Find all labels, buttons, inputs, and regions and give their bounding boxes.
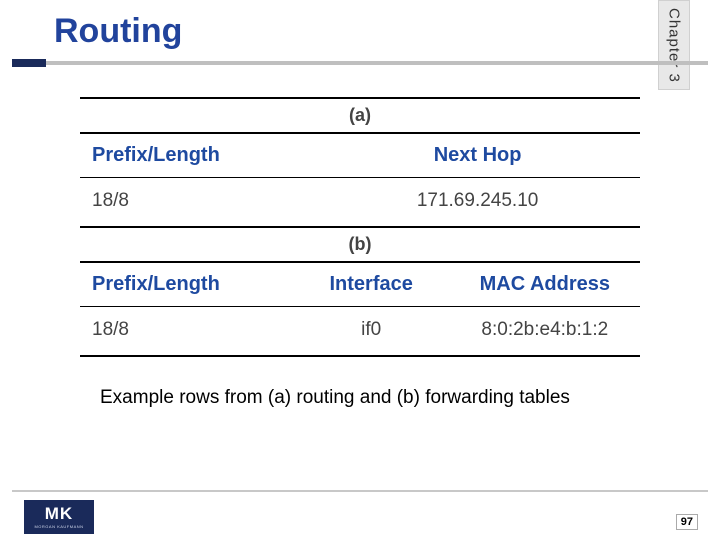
- header: Routing: [0, 0, 720, 67]
- table-b-header-mac: MAC Address: [450, 262, 640, 307]
- table-a-header-nexthop: Next Hop: [315, 133, 640, 178]
- table-a-cell-prefix: 18/8: [80, 178, 315, 228]
- slide: Chapter 3 Routing (a) Prefix/Length Next…: [0, 0, 720, 540]
- page-number: 97: [676, 514, 698, 530]
- table-a: (a) Prefix/Length Next Hop 18/8 171.69.2…: [80, 97, 640, 228]
- table-b-data-row: 18/8 if0 8:0:2b:e4:b:1:2: [80, 307, 640, 357]
- table-b-cell-interface: if0: [293, 307, 450, 357]
- table-a-data-row: 18/8 171.69.245.10: [80, 178, 640, 228]
- underline-gray: [12, 61, 708, 65]
- table-b: (b) Prefix/Length Interface MAC Address …: [80, 228, 640, 357]
- table-b-caption: (b): [80, 228, 640, 262]
- underline-accent: [12, 59, 46, 67]
- publisher-logo: MK MORGAN KAUFMANN: [24, 500, 94, 534]
- table-a-caption: (a): [80, 98, 640, 133]
- table-b-header-prefix: Prefix/Length: [80, 262, 293, 307]
- table-b-header-row: Prefix/Length Interface MAC Address: [80, 262, 640, 307]
- table-b-cell-mac: 8:0:2b:e4:b:1:2: [450, 307, 640, 357]
- table-b-header-interface: Interface: [293, 262, 450, 307]
- footer-divider: [12, 490, 708, 492]
- content-area: (a) Prefix/Length Next Hop 18/8 171.69.2…: [0, 67, 720, 409]
- table-a-cell-nexthop: 171.69.245.10: [315, 178, 640, 228]
- table-a-caption-row: (a): [80, 98, 640, 133]
- figure-caption: Example rows from (a) routing and (b) fo…: [80, 387, 640, 409]
- table-a-header-prefix: Prefix/Length: [80, 133, 315, 178]
- page-title: Routing: [0, 12, 720, 57]
- table-a-header-row: Prefix/Length Next Hop: [80, 133, 640, 178]
- title-underline: [0, 59, 720, 67]
- footer: MK MORGAN KAUFMANN 97: [0, 490, 720, 540]
- table-b-cell-prefix: 18/8: [80, 307, 293, 357]
- logo-sub: MORGAN KAUFMANN: [34, 524, 83, 529]
- tables-wrapper: (a) Prefix/Length Next Hop 18/8 171.69.2…: [80, 97, 640, 357]
- logo-main: MK: [45, 505, 73, 522]
- table-b-caption-row: (b): [80, 228, 640, 262]
